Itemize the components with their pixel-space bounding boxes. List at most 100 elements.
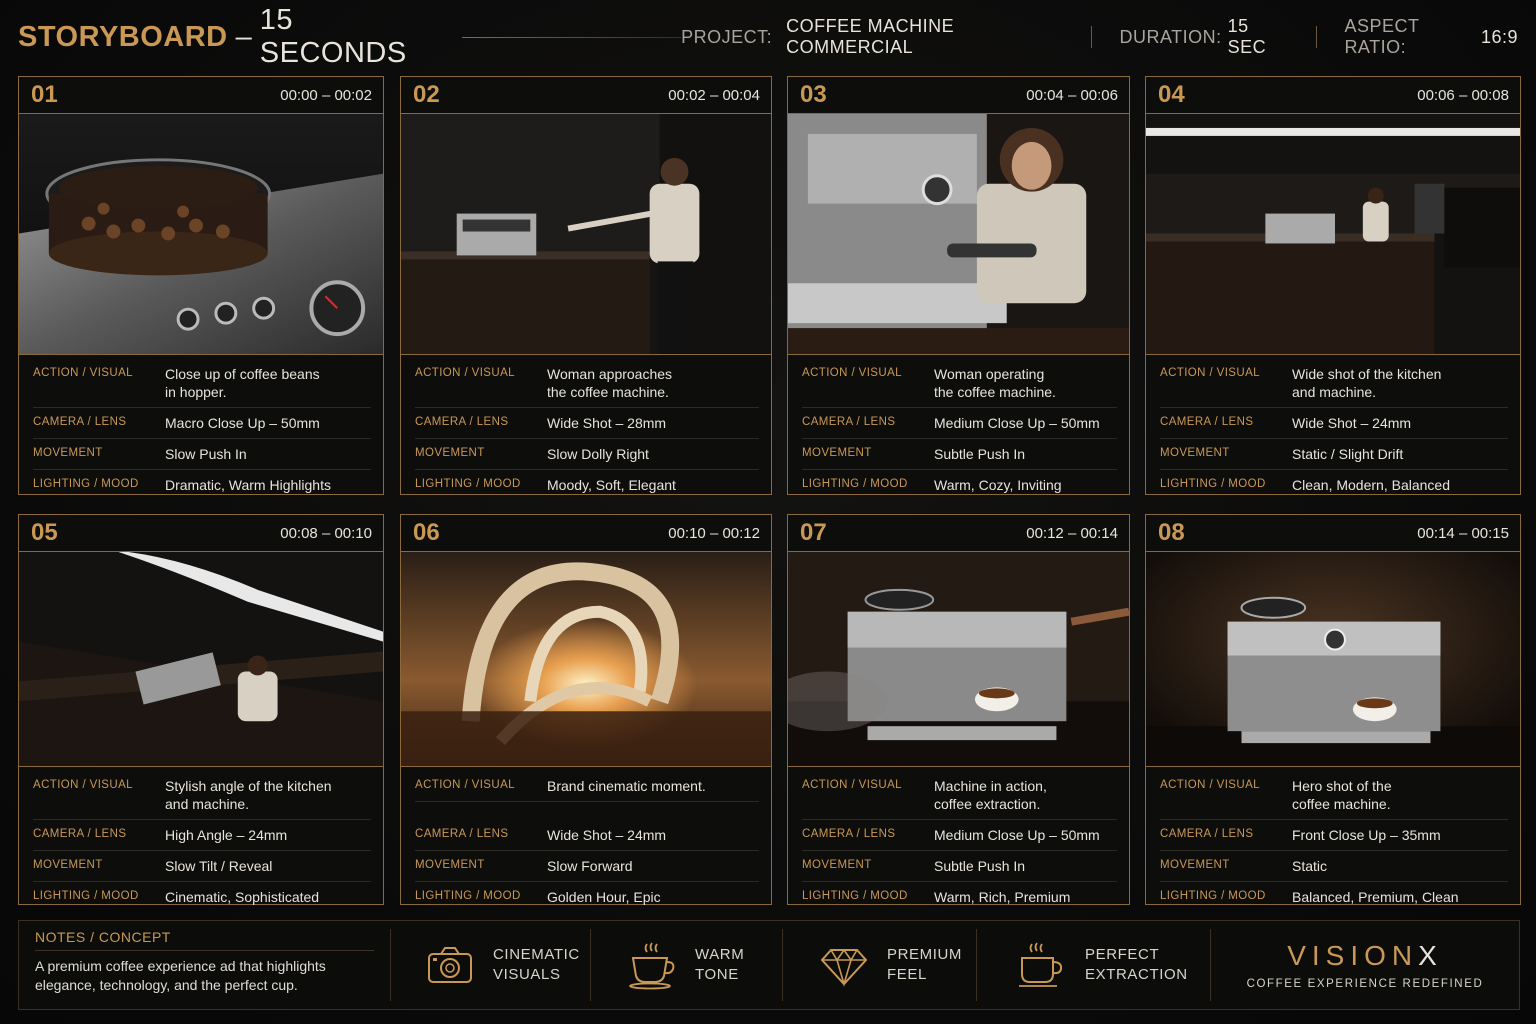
row-lighting: LIGHTING / MOOD Moody, Soft, Elegant <box>415 470 759 500</box>
panel-07[interactable]: 07 00:12 – 00:14 ACTION / VISUAL Machine i… <box>787 514 1130 905</box>
row-label: CAMERA / LENS <box>33 828 127 840</box>
row-action: ACTION / VISUAL Brand cinematic moment. <box>415 771 759 802</box>
row-label: CAMERA / LENS <box>415 416 509 428</box>
panel-image <box>401 114 771 355</box>
row-action: ACTION / VISUAL Machine in action, coffee… <box>802 771 1117 820</box>
aspect-label: ASPECT RATIO: <box>1344 16 1420 57</box>
row-label: MOVEMENT <box>33 447 103 459</box>
row-action: ACTION / VISUAL Woman operating the coffe… <box>802 359 1117 408</box>
row-label: ACTION / VISUAL <box>1160 367 1260 379</box>
project-value: COFFEE MACHINE COMMERCIAL <box>786 16 955 57</box>
row-label: LIGHTING / MOOD <box>802 890 908 902</box>
row-label: LIGHTING / MOOD <box>1160 478 1266 490</box>
panel-03[interactable]: 03 00:04 – 00:06 ACTION / VISUAL Woman ope… <box>787 76 1130 495</box>
feature-extraction: PERFECT EXTRACTION <box>977 929 1211 1001</box>
panel-number: 07 <box>800 519 827 546</box>
row-label: LIGHTING / MOOD <box>33 478 139 490</box>
row-camera: CAMERA / LENS Medium Close Up – 50mm <box>802 408 1117 439</box>
row-label: LIGHTING / MOOD <box>415 478 521 490</box>
row-label: ACTION / VISUAL <box>415 367 515 379</box>
header: STORYBOARD – 15 SECONDS PROJECT: COFFEE … <box>18 4 1518 69</box>
row-camera: CAMERA / LENS Macro Close Up – 50mm <box>33 408 371 439</box>
lighting-value: Golden Hour, Epic <box>547 889 661 905</box>
panel-image <box>788 114 1129 355</box>
panel-05[interactable]: 05 00:08 – 00:10 ACTION / VISUAL Stylish a… <box>18 514 384 905</box>
panel-08[interactable]: 08 00:14 – 00:15 ACTION / VISUAL Hero shot… <box>1145 514 1521 905</box>
movement-value: Subtle Push In <box>934 858 1026 874</box>
panel-image <box>19 552 383 767</box>
brand-name-a: VISION <box>1287 940 1419 971</box>
notes-section: NOTES / CONCEPT A premium coffee experie… <box>19 929 391 1001</box>
lighting-value: Clean, Modern, Balanced <box>1292 477 1450 493</box>
panel-time: 00:12 – 00:14 <box>1026 524 1118 542</box>
movement-value: Static / Slight Drift <box>1292 446 1404 462</box>
panel-time: 00:08 – 00:10 <box>280 524 372 542</box>
row-label: ACTION / VISUAL <box>415 779 515 791</box>
feature-label: PERFECT EXTRACTION <box>1085 946 1188 983</box>
feature-label: CINEMATIC VISUALS <box>493 946 580 983</box>
row-label: ACTION / VISUAL <box>802 779 902 791</box>
panel-number: 05 <box>31 519 58 546</box>
action-value: Woman approaches the coffee machine. <box>547 366 673 400</box>
feature-warm-tone: WARM TONE <box>591 929 783 1001</box>
action-value: Machine in action, coffee extraction. <box>934 778 1047 812</box>
row-movement: MOVEMENT Static / Slight Drift <box>1160 439 1508 470</box>
row-label: LIGHTING / MOOD <box>802 478 908 490</box>
movement-value: Slow Dolly Right <box>547 446 649 462</box>
feature-premium: PREMIUM FEEL <box>783 929 977 1001</box>
panel-time: 00:10 – 00:12 <box>668 524 760 542</box>
panel-06[interactable]: 06 00:10 – 00:12 ACTION / VISUAL Brand cin… <box>400 514 772 905</box>
row-label: MOVEMENT <box>1160 447 1230 459</box>
row-label: CAMERA / LENS <box>33 416 127 428</box>
row-camera: CAMERA / LENS Front Close Up – 35mm <box>1160 820 1508 851</box>
duration-value: 15 SEC <box>1227 16 1267 57</box>
panel-image <box>1146 552 1520 767</box>
row-movement: MOVEMENT Slow Forward <box>415 851 759 882</box>
panel-01[interactable]: 01 00:00 – 00:02 ACTION / VISUAL Close u… <box>18 76 384 495</box>
panel-number: 03 <box>800 81 827 108</box>
row-label: CAMERA / LENS <box>802 828 896 840</box>
header-rule <box>461 36 682 38</box>
row-label: ACTION / VISUAL <box>33 779 133 791</box>
feature-cinematic: CINEMATIC VISUALS <box>391 929 591 1001</box>
panel-number: 02 <box>413 81 440 108</box>
camera-value: High Angle – 24mm <box>165 827 288 843</box>
row-label: LIGHTING / MOOD <box>1160 890 1266 902</box>
row-label: CAMERA / LENS <box>802 416 896 428</box>
row-lighting: LIGHTING / MOOD Cinematic, Sophisticated <box>33 882 371 912</box>
feature-label: WARM TONE <box>695 946 745 983</box>
row-label: MOVEMENT <box>33 859 103 871</box>
row-action: ACTION / VISUAL Woman approaches the coff… <box>415 359 759 408</box>
panel-image <box>401 552 771 767</box>
row-label: MOVEMENT <box>1160 859 1230 871</box>
lighting-value: Balanced, Premium, Clean <box>1292 889 1459 905</box>
row-camera: CAMERA / LENS Wide Shot – 28mm <box>415 408 759 439</box>
row-movement: MOVEMENT Slow Dolly Right <box>415 439 759 470</box>
action-value: Woman operating the coffee machine. <box>934 366 1056 400</box>
title-separator: – <box>235 20 252 53</box>
row-action: ACTION / VISUAL Close up of coffee beans … <box>33 359 371 408</box>
brand-tagline: COFFEE EXPERIENCE REDEFINED <box>1246 978 1484 990</box>
row-label: LIGHTING / MOOD <box>415 890 521 902</box>
action-value: Brand cinematic moment. <box>547 778 706 794</box>
row-lighting: LIGHTING / MOOD Golden Hour, Epic <box>415 882 759 912</box>
movement-value: Subtle Push In <box>934 446 1026 462</box>
panel-number: 04 <box>1158 81 1185 108</box>
panel-02[interactable]: 02 00:02 – 00:04 ACTION / VISUAL Woman app… <box>400 76 772 495</box>
panel-image <box>788 552 1129 767</box>
row-lighting: LIGHTING / MOOD Dramatic, Warm Highlights <box>33 470 371 500</box>
header-meta: PROJECT: COFFEE MACHINE COMMERCIAL DURAT… <box>681 16 1518 58</box>
row-action: ACTION / VISUAL Stylish angle of the kitc… <box>33 771 371 820</box>
panel-04[interactable]: 04 00:06 – 00:08 ACTION / VISUAL Wide shot… <box>1145 76 1521 495</box>
diamond-icon <box>820 948 868 987</box>
coffee-cup-icon <box>629 942 675 990</box>
row-lighting: LIGHTING / MOOD Warm, Rich, Premium <box>802 882 1117 912</box>
row-label: MOVEMENT <box>802 859 872 871</box>
row-movement: MOVEMENT Subtle Push In <box>802 439 1117 470</box>
row-action: ACTION / VISUAL Hero shot of the coffee m… <box>1160 771 1508 820</box>
row-camera: CAMERA / LENS Wide Shot – 24mm <box>1160 408 1508 439</box>
action-value: Stylish angle of the kitchen and machine… <box>165 778 332 812</box>
row-label: MOVEMENT <box>415 859 485 871</box>
panel-number: 06 <box>413 519 440 546</box>
row-label: LIGHTING / MOOD <box>33 890 139 902</box>
